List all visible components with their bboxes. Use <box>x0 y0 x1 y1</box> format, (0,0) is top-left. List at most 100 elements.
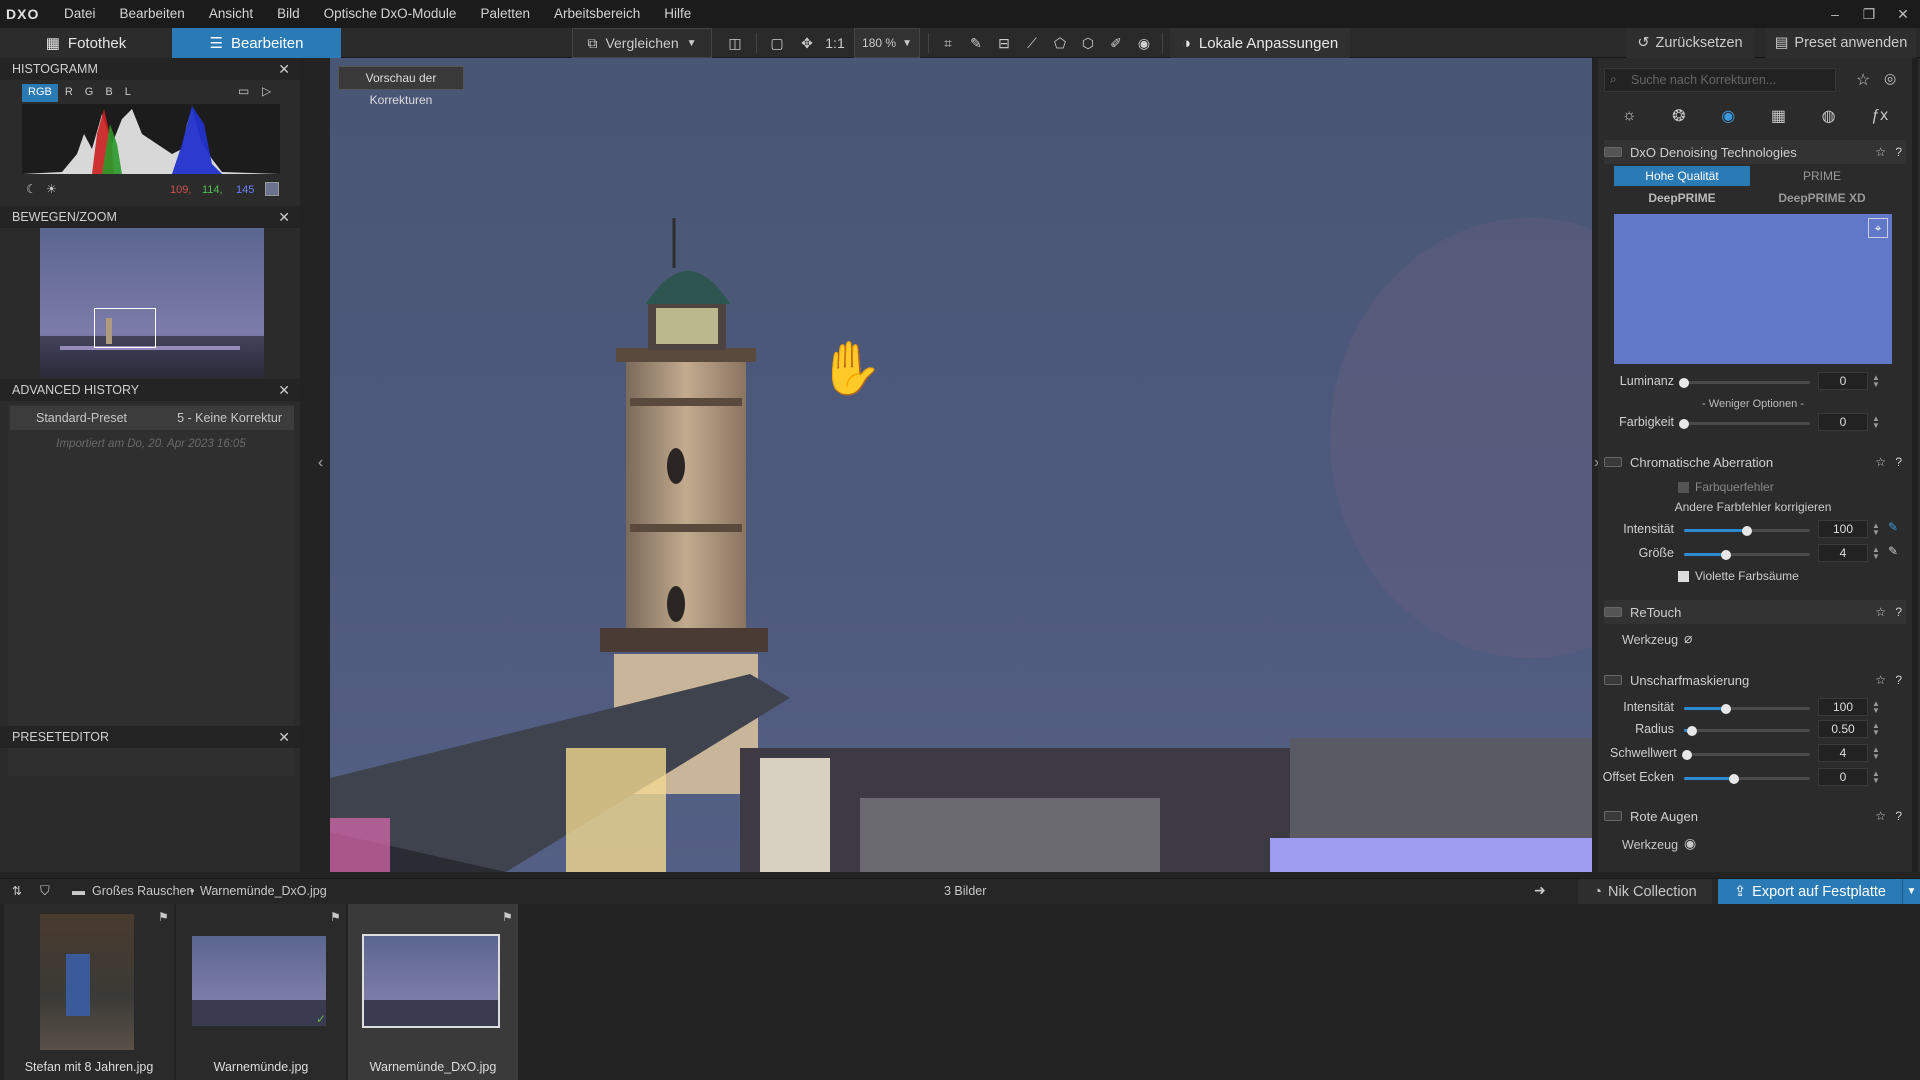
filter-icon[interactable]: ⛉ <box>40 883 50 899</box>
rote-augen-toggle[interactable] <box>1604 811 1622 821</box>
menu-ansicht[interactable]: Ansicht <box>197 0 265 28</box>
close-icon[interactable]: ✕ <box>278 61 290 78</box>
chroma-header[interactable]: Chromatische Aberration ☆ ? <box>1604 450 1906 474</box>
red-eye-icon[interactable]: ◉ <box>1132 28 1156 58</box>
luminanz-value[interactable]: 0 <box>1818 372 1868 390</box>
pipette-icon[interactable]: ✎ <box>1888 520 1898 534</box>
star-icon[interactable]: ☆ <box>1875 605 1886 619</box>
move-icon[interactable]: ✥ <box>794 28 820 58</box>
close-button[interactable]: ✕ <box>1886 0 1920 28</box>
schwellwert-slider[interactable] <box>1681 749 1810 760</box>
volume-deformation-icon[interactable]: ⬡ <box>1076 28 1100 58</box>
flag-icon[interactable]: ⚑ <box>158 910 169 924</box>
close-icon[interactable]: ✕ <box>278 382 290 399</box>
navigator-preview[interactable] <box>40 228 264 378</box>
image-viewer[interactable]: Vorschau der Korrekturen ✋ <box>330 58 1592 872</box>
eye-icon[interactable]: ◉ <box>1684 835 1696 852</box>
chroma-intensitaet-slider[interactable] <box>1684 525 1810 536</box>
history-item[interactable]: Standard-Preset 5 - Keine Korrektur <box>10 406 294 430</box>
unscharf-intensitaet-value[interactable]: 100 <box>1818 698 1868 716</box>
star-icon[interactable]: ☆ <box>1875 145 1886 159</box>
farbigkeit-slider[interactable] <box>1679 418 1810 429</box>
star-icon[interactable]: ☆ <box>1875 809 1886 823</box>
spinner-icon[interactable]: ▲ ▼ <box>1872 546 1880 561</box>
scrollbar[interactable] <box>1912 58 1918 872</box>
offset-slider[interactable] <box>1684 773 1810 784</box>
preview-corrections-button[interactable]: Vorschau der Korrekturen <box>338 66 464 107</box>
slider-knob[interactable] <box>1679 377 1689 388</box>
spinner-icon[interactable]: ▲ ▼ <box>1872 522 1880 537</box>
chroma-groesse-value[interactable]: 4 <box>1818 544 1868 562</box>
unscharf-toggle[interactable] <box>1604 675 1622 685</box>
chevron-down-icon[interactable]: ▼ <box>1902 879 1920 905</box>
mode-deepprime[interactable]: DeepPRIME <box>1614 188 1750 208</box>
slider-knob[interactable] <box>1729 773 1740 784</box>
channel-g[interactable]: G <box>80 84 99 102</box>
denoise-toggle[interactable] <box>1604 147 1622 157</box>
detail-icon[interactable]: ◉ <box>1721 106 1735 126</box>
mode-prime[interactable]: PRIME <box>1752 166 1892 186</box>
export-button[interactable]: ⇪ Export auf Festplatte <box>1718 879 1902 905</box>
retouch-header[interactable]: ReTouch ☆ ? <box>1604 600 1906 624</box>
mode-hohe-qualitaet[interactable]: Hohe Qualität <box>1614 166 1750 186</box>
menu-datei[interactable]: Datei <box>52 0 108 28</box>
eye-icon[interactable]: ◎ <box>1884 70 1896 87</box>
denoise-preview[interactable]: ⌖ <box>1614 214 1892 364</box>
thumbnail-item[interactable]: ✓ ⚑ Warnemünde.jpg <box>176 904 346 1080</box>
flag-icon[interactable]: ⚑ <box>502 910 513 924</box>
fit-screen-icon[interactable]: ▢ <box>764 28 790 58</box>
slider-knob[interactable] <box>1742 525 1752 536</box>
thumbnail-item-selected[interactable]: ⚑ Warnemünde_DxO.jpg <box>348 904 518 1080</box>
geometry-icon[interactable]: ▦ <box>1771 106 1786 126</box>
menu-paletten[interactable]: Paletten <box>468 0 542 28</box>
weniger-optionen[interactable]: - Weniger Optionen - <box>1614 398 1892 410</box>
help-icon[interactable]: ? <box>1895 455 1902 469</box>
local-adjustments-button[interactable]: ◑ Lokale Anpassungen <box>1170 28 1350 58</box>
spinner-icon[interactable]: ▲ ▼ <box>1872 722 1880 737</box>
tab-fotothek[interactable]: ▦ Fotothek <box>0 28 172 58</box>
chroma-toggle[interactable] <box>1604 457 1622 467</box>
star-icon[interactable]: ☆ <box>1856 70 1870 90</box>
close-icon[interactable]: ✕ <box>278 729 290 746</box>
chroma-groesse-slider[interactable] <box>1684 549 1810 560</box>
star-icon[interactable]: ☆ <box>1875 455 1886 469</box>
navigator-viewport[interactable] <box>94 308 156 348</box>
collapse-left-icon[interactable]: ‹ <box>318 454 323 472</box>
eyedropper-icon[interactable]: ✎ <box>964 28 988 58</box>
chroma-intensitaet-value[interactable]: 100 <box>1818 520 1868 538</box>
channel-rgb[interactable]: RGB <box>22 84 58 102</box>
clipping-icon[interactable]: ▷ <box>262 84 271 98</box>
channel-r[interactable]: R <box>60 84 78 102</box>
star-icon[interactable]: ☆ <box>1875 673 1886 687</box>
perspective-8pt-icon[interactable]: ⬠ <box>1048 28 1072 58</box>
help-icon[interactable]: ? <box>1895 605 1902 619</box>
slider-knob[interactable] <box>1720 703 1731 714</box>
menu-bild[interactable]: Bild <box>265 0 312 28</box>
schwellwert-value[interactable]: 4 <box>1818 744 1868 762</box>
channel-b[interactable]: B <box>100 84 117 102</box>
slider-knob[interactable] <box>1720 549 1731 560</box>
light-icon[interactable]: ☼ <box>1622 107 1637 125</box>
rote-augen-header[interactable]: Rote Augen ☆ ? <box>1604 804 1906 828</box>
moon-icon[interactable]: ☾ <box>26 182 37 196</box>
pipette-icon[interactable]: ✎ <box>1888 544 1898 558</box>
tab-bearbeiten[interactable]: ☰ Bearbeiten <box>172 28 341 58</box>
circle-arrow-icon[interactable]: ➜ <box>1534 882 1546 899</box>
denoise-header[interactable]: DxO Denoising Technologies ☆ ? <box>1604 140 1906 164</box>
compare-button[interactable]: ⧉ Vergleichen ▼ <box>572 28 712 58</box>
bandage-icon[interactable]: ⌀ <box>1684 630 1692 647</box>
help-icon[interactable]: ? <box>1895 809 1902 823</box>
menu-hilfe[interactable]: Hilfe <box>652 0 703 28</box>
luminanz-slider[interactable] <box>1679 377 1810 388</box>
folder-name[interactable]: Großes Rauschen <box>92 884 193 898</box>
horizon-icon[interactable]: ⊟ <box>992 28 1016 58</box>
offset-value[interactable]: 0 <box>1818 768 1868 786</box>
zoom-select[interactable]: 180 % ▼ <box>854 28 920 58</box>
radius-slider[interactable] <box>1684 725 1810 736</box>
mode-deepprime-xd[interactable]: DeepPRIME XD <box>1752 188 1892 208</box>
flag-icon[interactable]: ⚑ <box>330 910 341 924</box>
unscharf-intensitaet-slider[interactable] <box>1684 703 1810 714</box>
channel-l[interactable]: L <box>120 84 136 102</box>
farbigkeit-value[interactable]: 0 <box>1818 413 1868 431</box>
menu-optische-module[interactable]: Optische DxO-Module <box>312 0 469 28</box>
